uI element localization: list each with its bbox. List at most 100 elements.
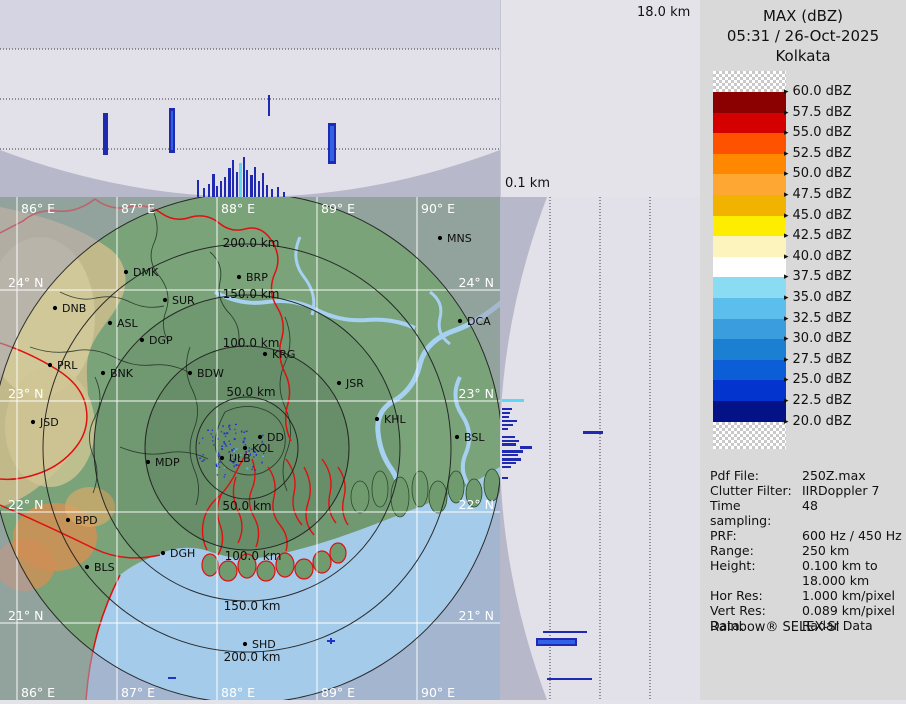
- echo-speckle: [203, 454, 204, 455]
- scale-label-text: 45.0 dBZ: [793, 208, 852, 223]
- echo-bar-core: [538, 640, 575, 644]
- station-label: MDP: [155, 456, 180, 469]
- station-dot: [48, 363, 52, 367]
- station-dot: [458, 319, 462, 323]
- station-label: BSL: [464, 431, 485, 444]
- echo-speckle: [218, 455, 220, 456]
- metadata-row: Vert Res:0.089 km/pixel: [710, 603, 902, 618]
- scale-band: [713, 422, 786, 449]
- scale-label: ▸42.5 dBZ: [784, 228, 852, 244]
- scale-label: ▸30.0 dBZ: [784, 331, 852, 347]
- scale-label-text: 52.5 dBZ: [793, 146, 852, 161]
- station-label: DMK: [133, 266, 159, 279]
- echo-speckle: [252, 469, 253, 470]
- echo-speckle: [261, 462, 262, 464]
- echo-speckle: [235, 424, 237, 425]
- echo-bar: [203, 188, 205, 197]
- station-dot: [188, 371, 192, 375]
- echo-bar: [502, 466, 511, 468]
- metadata-value: 0.100 km to 18.000 km: [802, 558, 902, 588]
- echo-speckle: [233, 448, 234, 449]
- echo-speckle: [234, 465, 235, 467]
- scale-label-text: 50.0 dBZ: [793, 166, 852, 181]
- metadata-label: Vert Res:: [710, 603, 802, 618]
- echo-speckle: [244, 438, 246, 440]
- range-ring-label: 50.0 km: [222, 499, 271, 513]
- station-label: ASL: [117, 317, 139, 330]
- scale-arrow-icon: ▸: [784, 314, 789, 324]
- station-dot: [243, 642, 247, 646]
- echo-bar-core: [171, 111, 173, 150]
- echo-speckle: [229, 428, 230, 430]
- echo-speckle: [246, 467, 248, 469]
- scale-arrow-icon: ▸: [784, 334, 789, 344]
- echo-speckle: [212, 430, 213, 431]
- echo-bar: [224, 177, 226, 197]
- echo-speckle: [219, 467, 220, 468]
- station-dot: [66, 518, 70, 522]
- longitude-label-top: 89° E: [321, 201, 355, 216]
- station-dot: [31, 420, 35, 424]
- longitude-label-bottom: 88° E: [221, 685, 255, 700]
- echo-bar: [502, 440, 519, 442]
- scale-arrow-icon: ▸: [784, 87, 789, 97]
- map-canvas: DMKBRPMNSSURDNBASLDGPDCAKRGPRLBNKBDWJSRJ…: [0, 197, 500, 700]
- longitude-label-bottom: 86° E: [21, 685, 55, 700]
- station-dot: [140, 338, 144, 342]
- station-dot: [146, 460, 150, 464]
- scale-label-text: 55.0 dBZ: [793, 125, 852, 140]
- scale-label-text: 20.0 dBZ: [793, 414, 852, 429]
- scale-label-text: 35.0 dBZ: [793, 290, 852, 305]
- legend-panel: MAX (dBZ) 05:31 / 26-Oct-2025 Kolkata Pd…: [700, 0, 906, 700]
- echo-bar: [243, 157, 245, 197]
- echo-bar: [583, 431, 603, 434]
- station-label: BPD: [75, 514, 98, 527]
- scale-arrow-icon: ▸: [784, 396, 789, 406]
- station-label: BNK: [110, 367, 134, 380]
- echo-bar: [520, 446, 532, 449]
- metadata-value: 250 km: [802, 543, 902, 558]
- echo-speckle: [218, 454, 219, 455]
- scale-label-text: 40.0 dBZ: [793, 249, 852, 264]
- echo-speckle: [221, 449, 223, 450]
- longitude-label-top: 88° E: [221, 201, 255, 216]
- echo-bar: [103, 113, 108, 155]
- echo-speckle: [230, 444, 231, 445]
- scale-label: ▸ 32.5 dBZ: [784, 311, 852, 327]
- echo-speckle: [226, 432, 228, 434]
- station-label: DGP: [149, 334, 173, 347]
- latitude-label-left: 24° N: [8, 275, 43, 290]
- echo-bar: [239, 163, 242, 197]
- echo-bar: [266, 185, 268, 197]
- station-dot: [101, 371, 105, 375]
- station-label: BLS: [94, 561, 115, 574]
- echo-bar: [220, 181, 222, 197]
- metadata-row: Range:250 km: [710, 543, 902, 558]
- scale-label-text: 47.5 dBZ: [793, 187, 852, 202]
- echo-speckle: [225, 436, 226, 437]
- station-label: KHL: [384, 413, 406, 426]
- scale-band: [713, 216, 786, 237]
- scale-label-text: 37.5 dBZ: [793, 269, 852, 284]
- echo-speckle: [224, 476, 225, 477]
- echo-bar: [262, 173, 264, 197]
- scale-band: [713, 339, 786, 360]
- scale-band: [713, 174, 786, 195]
- scale-arrow-icon: ▸: [784, 355, 789, 365]
- scale-arrow-icon: ▸: [784, 149, 789, 159]
- echo-speckle: [245, 444, 246, 445]
- scale-label-text: 32.5 dBZ: [793, 311, 852, 326]
- metadata-row: PRF:600 Hz / 450 Hz: [710, 528, 902, 543]
- echo-speckle: [221, 446, 223, 447]
- side-cross-section: [500, 197, 700, 700]
- station-label: KOL: [252, 442, 274, 455]
- latitude-label-right: 21° N: [459, 608, 494, 623]
- height-min-label: 0.1 km: [505, 176, 550, 191]
- echo-speckle: [213, 444, 214, 445]
- scale-label: ▸40.0 dBZ: [784, 249, 852, 265]
- echo-bar: [502, 424, 513, 426]
- echo-speckle: [229, 441, 230, 442]
- scale-label: ▸25.0 dBZ: [784, 372, 852, 388]
- station-dot: [237, 275, 241, 279]
- metadata-value: 1.000 km/pixel: [802, 588, 902, 603]
